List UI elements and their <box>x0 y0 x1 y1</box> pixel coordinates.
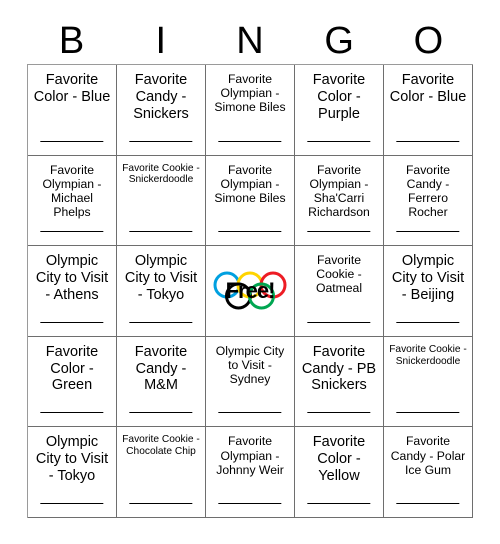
bingo-cell-text: Favorite Candy - Polar Ice Gum <box>390 434 466 477</box>
bingo-cell[interactable]: Favorite Color - Yellow <box>295 427 384 518</box>
bingo-cell-free-space[interactable]: Free! <box>206 246 295 337</box>
bingo-cell-text: Olympic City to Visit - Sydney <box>215 343 285 387</box>
bingo-cell-text: Favorite Olympian - Michael Phelps <box>42 162 102 220</box>
free-space-label: Free! <box>225 277 276 303</box>
bingo-cell[interactable]: Favorite Olympian - Simone Biles <box>206 155 295 247</box>
bingo-cell-signature-line[interactable] <box>129 140 193 142</box>
bingo-cell[interactable]: Favorite Color - Blue <box>28 65 117 156</box>
bingo-cell[interactable]: Favorite Cookie - Snickerdoodle <box>384 336 473 428</box>
bingo-cell[interactable]: Favorite Olympian - Simone Biles <box>206 65 295 156</box>
bingo-cell[interactable]: Olympic City to Visit - Athens <box>28 246 117 337</box>
bingo-header-letter-i: I <box>155 20 167 62</box>
bingo-grid: Favorite Color - Blue Favorite Candy - Sn… <box>27 64 473 518</box>
bingo-header-letter-o: O <box>413 20 444 62</box>
bingo-cell-text: Favorite Olympian - Simone Biles <box>214 72 286 115</box>
bingo-cell-signature-line[interactable] <box>396 502 460 504</box>
bingo-cell-text: Olympic City to Visit - Beijing <box>391 253 465 303</box>
bingo-header-letter-g: G <box>324 20 354 62</box>
bingo-cell-signature-line[interactable] <box>129 412 193 414</box>
bingo-cell[interactable]: Olympic City to Visit - Tokyo <box>117 246 206 337</box>
bingo-cell[interactable]: Favorite Candy - M&M <box>117 336 206 428</box>
bingo-cell[interactable]: Favorite Candy - Ferrero Rocher <box>384 155 473 247</box>
bingo-cell-signature-line[interactable] <box>218 412 282 414</box>
bingo-cell-text: Favorite Olympian - Johnny Weir <box>216 434 284 477</box>
bingo-cell-signature-line[interactable] <box>40 321 104 323</box>
bingo-cell-text: Favorite Candy - Ferrero Rocher <box>405 162 451 220</box>
bingo-cell[interactable]: Favorite Color - Green <box>28 336 117 428</box>
bingo-cell-signature-line[interactable] <box>218 502 282 504</box>
bingo-cell-signature-line[interactable] <box>307 412 371 414</box>
bingo-cell-signature-line[interactable] <box>396 231 460 233</box>
bingo-cell-text: Favorite Candy - M&M <box>134 343 188 394</box>
bingo-cell-text: Favorite Color - Blue <box>389 72 467 105</box>
bingo-cell[interactable]: Favorite Candy - Polar Ice Gum <box>384 427 473 518</box>
bingo-cell-text: Favorite Candy - Snickers <box>133 72 189 122</box>
bingo-cell-signature-line[interactable] <box>396 321 460 323</box>
bingo-cell-signature-line[interactable] <box>129 231 193 233</box>
bingo-cell[interactable]: Olympic City to Visit - Sydney <box>206 336 295 428</box>
bingo-cell-text: Favorite Cookie - Oatmeal <box>315 253 363 296</box>
bingo-cell[interactable]: Favorite Color - Purple <box>295 65 384 156</box>
bingo-cell[interactable]: Favorite Cookie - Chocolate Chip <box>117 427 206 518</box>
bingo-cell-signature-line[interactable] <box>218 231 282 233</box>
bingo-card: B I N G O Favorite Color - Blue Favorite Cand… <box>0 0 500 544</box>
bingo-cell-signature-line[interactable] <box>307 140 371 142</box>
bingo-cell-text: Favorite Color - Yellow <box>312 434 366 485</box>
bingo-cell[interactable]: Favorite Cookie - Oatmeal <box>295 246 384 337</box>
bingo-cell-signature-line[interactable] <box>307 321 371 323</box>
bingo-cell-signature-line[interactable] <box>396 412 460 414</box>
bingo-cell-signature-line[interactable] <box>307 231 371 233</box>
bingo-cell-text: Olympic City to Visit - Tokyo <box>35 434 109 485</box>
free-space-inner: Free! <box>209 266 291 316</box>
bingo-cell[interactable]: Favorite Color - Blue <box>384 65 473 156</box>
bingo-cell-signature-line[interactable] <box>40 140 104 142</box>
bingo-cell-text: Favorite Color - Blue <box>33 72 111 105</box>
bingo-cell-text: Favorite Cookie - Chocolate Chip <box>122 434 200 458</box>
bingo-cell[interactable]: Favorite Cookie - Snickerdoodle <box>117 155 206 247</box>
bingo-cell[interactable]: Olympic City to Visit - Tokyo <box>28 427 117 518</box>
bingo-cell-signature-line[interactable] <box>40 231 104 233</box>
bingo-cell-text: Favorite Candy - PB Snickers <box>301 343 377 394</box>
bingo-header-row: BINGO <box>27 18 473 64</box>
bingo-cell[interactable]: Favorite Candy - Snickers <box>117 65 206 156</box>
bingo-cell-signature-line[interactable] <box>396 140 460 142</box>
bingo-cell[interactable]: Favorite Candy - PB Snickers <box>295 336 384 428</box>
bingo-cell-text: Olympic City to Visit - Tokyo <box>124 253 198 303</box>
bingo-cell[interactable]: Favorite Olympian - Johnny Weir <box>206 427 295 518</box>
bingo-cell-signature-line[interactable] <box>218 140 282 142</box>
bingo-cell-signature-line[interactable] <box>307 502 371 504</box>
bingo-cell-signature-line[interactable] <box>40 412 104 414</box>
bingo-cell-signature-line[interactable] <box>129 321 193 323</box>
bingo-cell[interactable]: Favorite Olympian - Michael Phelps <box>28 155 117 247</box>
bingo-cell-text: Favorite Color - Green <box>45 343 99 394</box>
bingo-cell-text: Olympic City to Visit - Athens <box>35 253 109 303</box>
bingo-cell[interactable]: Olympic City to Visit - Beijing <box>384 246 473 337</box>
bingo-cell-text: Favorite Olympian - Simone Biles <box>214 162 286 205</box>
bingo-cell-text: Favorite Cookie - Snickerdoodle <box>389 343 467 367</box>
bingo-header-letter-b: B <box>58 20 85 62</box>
bingo-cell-text: Favorite Color - Purple <box>312 72 366 122</box>
bingo-cell-signature-line[interactable] <box>129 502 193 504</box>
bingo-header-letter-n: N <box>236 20 264 62</box>
bingo-cell[interactable]: Favorite Olympian - Sha'Carri Richardson <box>295 155 384 247</box>
bingo-cell-signature-line[interactable] <box>40 502 104 504</box>
bingo-cell-text: Favorite Cookie - Snickerdoodle <box>122 162 200 186</box>
bingo-cell-text: Favorite Olympian - Sha'Carri Richardson <box>308 162 370 220</box>
